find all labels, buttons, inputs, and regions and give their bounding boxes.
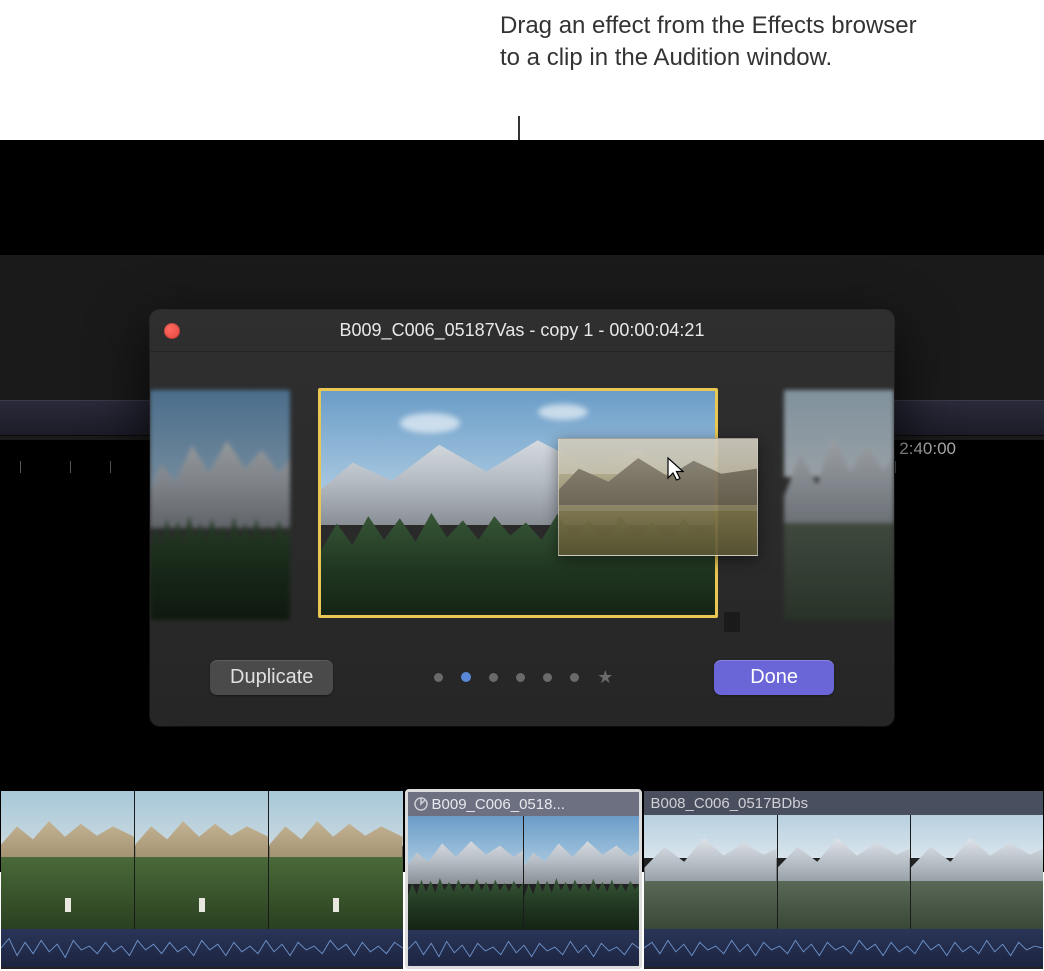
audition-clip-next[interactable]: [784, 390, 894, 620]
arrow-cursor-icon: [666, 456, 690, 484]
favorite-star-icon[interactable]: ★: [597, 668, 613, 686]
callout-text: Drag an effect from the Effects browser …: [500, 10, 920, 75]
ruler-tick: [895, 461, 896, 473]
editor-background: 2:40:00 B009_C006_05187Vas - copy 1 - 00…: [0, 140, 1044, 872]
audition-clip-previous[interactable]: [150, 390, 290, 620]
audio-waveform: [1, 929, 403, 967]
window-title: B009_C006_05187Vas - copy 1 - 00:00:04:2…: [150, 320, 894, 341]
done-button[interactable]: Done: [714, 660, 834, 695]
ruler-time-label: 2:40:00: [899, 439, 956, 459]
audition-icon: [414, 797, 428, 811]
duplicate-button[interactable]: Duplicate: [210, 660, 333, 695]
timeline-clip-selected[interactable]: B009_C006_0518...: [405, 789, 643, 969]
page-indicator[interactable]: ★: [333, 668, 714, 686]
timeline-clips-row: B009_C006_0518... B008_C006_0517BDbs: [0, 791, 1044, 971]
window-titlebar[interactable]: B009_C006_05187Vas - copy 1 - 00:00:04:2…: [150, 310, 894, 352]
ruler-tick: [70, 461, 71, 473]
audio-waveform: [408, 930, 640, 968]
ruler-tick: [20, 461, 21, 473]
page-dot[interactable]: [516, 673, 525, 682]
clip-header: B009_C006_0518...: [408, 792, 640, 816]
clip-header: B008_C006_0517BDbs: [644, 791, 1043, 815]
filmstrip-connector: [724, 612, 740, 632]
clip-name-label: B009_C006_0518...: [432, 796, 565, 813]
effect-drag-preview: [558, 438, 758, 556]
audition-footer: Duplicate ★ Done: [150, 654, 894, 700]
page-dot[interactable]: [434, 673, 443, 682]
page-dot[interactable]: [543, 673, 552, 682]
ruler-tick: [110, 461, 111, 473]
page-dot[interactable]: [489, 673, 498, 682]
audio-waveform: [644, 929, 1043, 967]
audition-filmstrip: [150, 352, 894, 632]
timeline-clip[interactable]: [1, 791, 403, 969]
page-dot-active[interactable]: [461, 672, 471, 682]
page-dot[interactable]: [570, 673, 579, 682]
timeline-clip[interactable]: B008_C006_0517BDbs: [644, 791, 1043, 969]
audition-window: B009_C006_05187Vas - copy 1 - 00:00:04:2…: [150, 310, 894, 726]
close-button[interactable]: [164, 323, 180, 339]
clip-name-label: B008_C006_0517BDbs: [650, 795, 808, 812]
